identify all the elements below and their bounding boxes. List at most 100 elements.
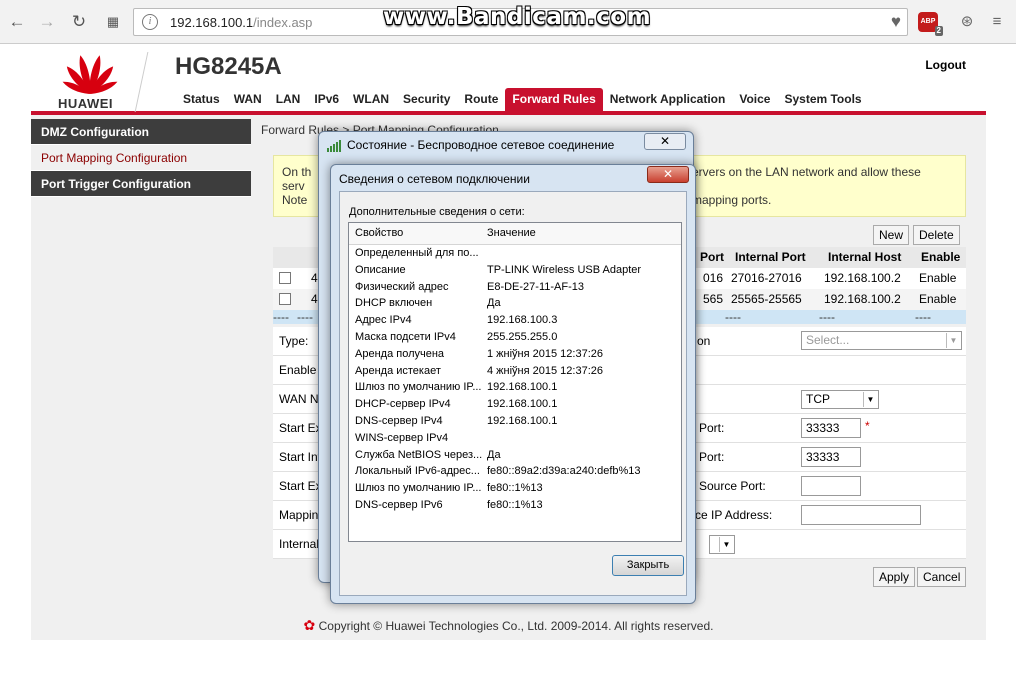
value-cell: 192.168.100.1: [487, 398, 558, 411]
right-label-src-port: Source Port:: [699, 479, 766, 493]
protocol-select[interactable]: TCP ▼: [801, 390, 879, 409]
logout-link[interactable]: Logout: [925, 58, 966, 72]
sidebar-item-port-mapping[interactable]: Port Mapping Configuration: [31, 145, 251, 171]
list-item[interactable]: Служба NetBIOS через... Да: [349, 447, 681, 464]
download-icon[interactable]: ⊛: [956, 11, 978, 33]
list-item[interactable]: DNS-сервер IPv6 fe80::1%13: [349, 497, 681, 514]
sidebar-item-port-trigger[interactable]: Port Trigger Configuration: [31, 171, 251, 197]
list-item[interactable]: DHCP включен Да: [349, 295, 681, 312]
value-cell: 255.255.255.0: [487, 331, 558, 343]
mapping-label: Mappin: [279, 508, 319, 522]
value-cell: Да: [487, 448, 501, 461]
url-path: /index.asp: [253, 15, 313, 30]
details-dialog: Сведения о сетевом подключении ✕ Дополни…: [330, 164, 696, 604]
apply-button[interactable]: Apply: [873, 567, 916, 587]
right-label-src-ip: rce IP Address:: [691, 508, 773, 522]
nav-item-route[interactable]: Route: [457, 88, 505, 112]
application-select[interactable]: Select... ▼: [801, 331, 962, 350]
note-line1-right: ervers on the LAN network and allow thes…: [692, 165, 921, 179]
col-value-header[interactable]: Значение: [487, 227, 536, 239]
protocol-value: TCP: [806, 392, 830, 406]
apps-grid-icon[interactable]: ▦: [102, 11, 124, 33]
value-cell: fe80::1%13: [487, 482, 543, 495]
bookmark-heart-icon[interactable]: ♥: [891, 12, 901, 32]
footer: ✿ Copyright © Huawei Technologies Co., L…: [31, 611, 986, 640]
nav-item-system-tools[interactable]: System Tools: [777, 88, 868, 112]
new-button[interactable]: New: [873, 225, 910, 245]
value-cell: Да: [487, 297, 501, 310]
property-cell: Аренда получена: [355, 347, 445, 360]
details-close-icon[interactable]: ✕: [647, 166, 689, 183]
property-cell: DHCP-сервер IPv4: [355, 398, 451, 411]
source-ip-input[interactable]: [801, 505, 921, 525]
listview-header: Свойство Значение: [349, 223, 681, 245]
list-item[interactable]: Аренда истекает 4 жніўня 2015 12:37:26: [349, 363, 681, 380]
row-enable: Enable: [919, 292, 957, 306]
info-icon[interactable]: i: [142, 14, 158, 30]
col-property-header[interactable]: Свойство: [355, 227, 403, 239]
nav-item-wan[interactable]: WAN: [227, 88, 269, 112]
nav-item-forward-rules[interactable]: Forward Rules: [505, 88, 603, 112]
details-listview[interactable]: Свойство Значение Определенный для по...…: [348, 222, 682, 542]
details-body: Дополнительные сведения о сети: Свойство…: [339, 191, 687, 596]
list-item[interactable]: Шлюз по умолчанию IP... fe80::1%13: [349, 480, 681, 497]
row-port: 565: [703, 292, 724, 306]
value-cell: 1 жніўня 2015 12:37:26: [487, 347, 603, 360]
type-label: Type:: [279, 334, 309, 348]
back-icon[interactable]: ←: [6, 11, 28, 33]
list-item[interactable]: Определенный для по...: [349, 245, 681, 262]
nav-item-wlan[interactable]: WLAN: [346, 88, 396, 112]
list-item[interactable]: Маска подсети IPv4 255.255.255.0: [349, 329, 681, 346]
property-cell: Служба NetBIOS через...: [355, 448, 483, 461]
nav-item-security[interactable]: Security: [396, 88, 457, 112]
forward-icon[interactable]: →: [36, 11, 58, 33]
row-enable: Enable: [919, 271, 957, 285]
property-cell: DHCP включен: [355, 297, 433, 310]
delete-button[interactable]: Delete: [913, 225, 960, 245]
value-cell: fe80::89a2:d39a:a240:defb%13: [487, 465, 641, 478]
list-item[interactable]: Физический адрес E8-DE-27-11-AF-13: [349, 279, 681, 296]
list-item[interactable]: Шлюз по умолчанию IP... 192.168.100.1: [349, 379, 681, 396]
menu-icon[interactable]: ≡: [986, 11, 1008, 33]
url-text[interactable]: 192.168.100.1/index.asp: [170, 15, 312, 30]
row-checkbox[interactable]: [279, 293, 291, 305]
close-button[interactable]: Закрыть: [612, 555, 684, 576]
list-item[interactable]: Описание TP-LINK Wireless USB Adapter: [349, 262, 681, 279]
row-checkbox[interactable]: [279, 272, 291, 284]
list-item[interactable]: DNS-сервер IPv4 192.168.100.1: [349, 413, 681, 430]
value-cell: 192.168.100.3: [487, 314, 558, 327]
internal-host-select[interactable]: ▼: [709, 535, 735, 554]
reload-icon[interactable]: ↻: [68, 11, 90, 33]
sidebar-item-dmz[interactable]: DMZ Configuration: [31, 119, 251, 145]
list-item[interactable]: DHCP-сервер IPv4 192.168.100.1: [349, 396, 681, 413]
list-item[interactable]: WINS-сервер IPv4: [349, 430, 681, 447]
list-item[interactable]: Аренда получена 1 жніўня 2015 12:37:26: [349, 346, 681, 363]
source-port-input[interactable]: [801, 476, 861, 496]
adblock-icon[interactable]: ABP 2: [918, 12, 943, 36]
cancel-button[interactable]: Cancel: [917, 567, 967, 587]
internal-port-input[interactable]: 33333: [801, 447, 861, 467]
details-dialog-title: Сведения о сетевом подключении: [339, 172, 530, 186]
note-line1-left: On th: [282, 165, 312, 179]
nav-item-voice[interactable]: Voice: [732, 88, 777, 112]
nav-item-network-application[interactable]: Network Application: [603, 88, 733, 112]
required-mark: *: [865, 419, 870, 433]
nav-item-status[interactable]: Status: [176, 88, 227, 112]
status-dialog-title: Состояние - Беспроводное сетевое соедине…: [347, 138, 615, 152]
property-cell: DNS-сервер IPv4: [355, 415, 443, 427]
sidebar: DMZ Configuration Port Mapping Configura…: [31, 119, 251, 197]
router-header: HUAWEI HG8245A Logout Status WAN LAN IPv6 WL…: [31, 44, 986, 115]
huawei-small-logo-icon: ✿: [303, 617, 316, 633]
value-cell: TP-LINK Wireless USB Adapter: [487, 263, 642, 276]
adblock-label: ABP: [920, 18, 936, 25]
adblock-count: 2: [934, 26, 943, 36]
list-item[interactable]: Локальный IPv6-адрес... fe80::89a2:d39a:a…: [349, 463, 681, 480]
external-port-input[interactable]: 33333: [801, 418, 861, 438]
property-cell: Локальный IPv6-адрес...: [355, 465, 480, 478]
nav-item-ipv6[interactable]: IPv6: [307, 88, 346, 112]
select-placeholder: Select...: [806, 333, 850, 347]
property-cell: Маска подсети IPv4: [355, 331, 456, 343]
list-item[interactable]: Адрес IPv4 192.168.100.3: [349, 312, 681, 329]
nav-item-lan[interactable]: LAN: [269, 88, 308, 112]
status-close-icon[interactable]: ✕: [644, 133, 686, 150]
